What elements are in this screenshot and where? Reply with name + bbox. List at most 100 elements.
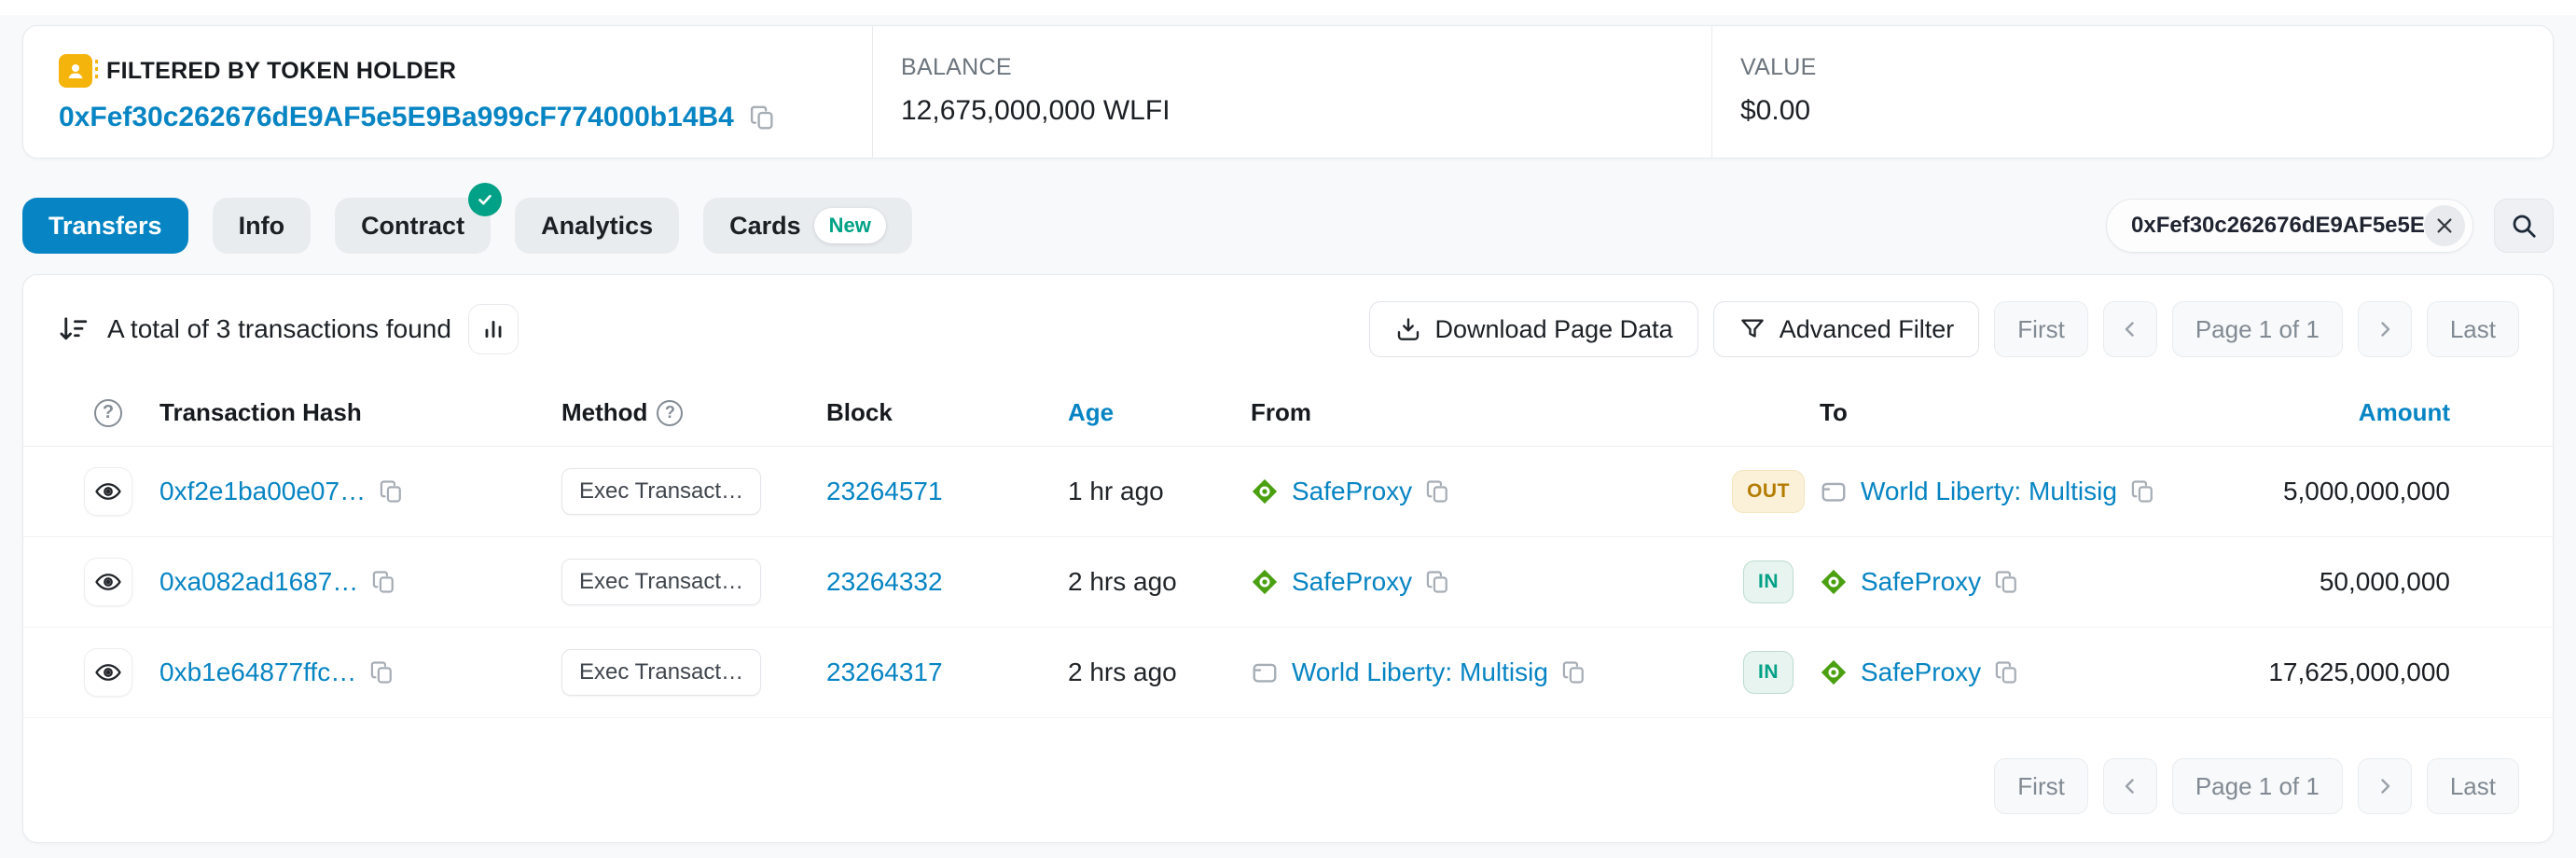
method-badge[interactable]: Exec Transact…: [561, 559, 761, 605]
eye-icon: [94, 568, 122, 596]
transaction-hash-link[interactable]: 0xa082ad1687…: [159, 567, 358, 597]
block-link[interactable]: 23264332: [826, 567, 943, 597]
copy-icon[interactable]: [1561, 659, 1587, 685]
tab-contract[interactable]: Contract: [335, 198, 491, 254]
value-label: VALUE: [1740, 54, 2525, 81]
copy-icon[interactable]: [749, 104, 777, 131]
filter-summary-card: FILTERED BY TOKEN HOLDER 0xFef30c262676d…: [22, 25, 2554, 159]
balance-value: 12,675,000,000 WLFI: [901, 95, 1170, 127]
tab-bar: Transfers Info Contract Analytics Cards …: [22, 197, 2554, 255]
balance-label: BALANCE: [901, 54, 1683, 81]
block-link[interactable]: 23264317: [826, 657, 943, 687]
tab-transfers[interactable]: Transfers: [22, 198, 188, 254]
view-transaction-button[interactable]: [84, 467, 132, 516]
filter-section: FILTERED BY TOKEN HOLDER 0xFef30c262676d…: [23, 26, 872, 158]
header-amount-sort[interactable]: Amount: [2359, 398, 2450, 427]
age-text: 1 hr ago: [1068, 477, 1164, 506]
tab-info[interactable]: Info: [213, 198, 311, 254]
page-top-strip: [0, 0, 2576, 15]
chevron-left-icon: [2119, 318, 2141, 340]
from-address-link[interactable]: SafeProxy: [1292, 567, 1412, 597]
search-button[interactable]: [2494, 199, 2554, 253]
download-page-data-button[interactable]: Download Page Data: [1369, 301, 1698, 357]
header-block: Block: [826, 398, 1068, 427]
to-address-link[interactable]: SafeProxy: [1861, 567, 1981, 597]
value-section: VALUE $0.00: [1711, 26, 2553, 158]
clear-filter-button[interactable]: [2424, 205, 2465, 246]
copy-icon[interactable]: [1425, 478, 1451, 505]
copy-icon[interactable]: [369, 659, 395, 685]
previous-page-button[interactable]: [2103, 758, 2157, 814]
first-page-button[interactable]: First: [1994, 301, 2088, 357]
transactions-card: A total of 3 transactions found Download…: [22, 274, 2554, 843]
copy-icon[interactable]: [1994, 659, 2020, 685]
amount-text: 50,000,000: [2320, 567, 2450, 597]
holder-address-link[interactable]: 0xFef30c262676dE9AF5e5E9Ba999cF774000b14…: [59, 102, 734, 133]
next-page-button[interactable]: [2358, 758, 2412, 814]
value-amount: $0.00: [1740, 95, 1810, 127]
copy-icon[interactable]: [371, 569, 397, 595]
wallet-icon: [1820, 477, 1848, 505]
chart-view-button[interactable]: [468, 304, 519, 354]
header-to: To: [1820, 398, 2213, 427]
header-method: Method: [561, 398, 647, 427]
table-row: 0xa082ad1687… Exec Transact… 23264332 2 …: [23, 537, 2553, 628]
download-icon: [1394, 315, 1422, 343]
from-address-link[interactable]: SafeProxy: [1292, 477, 1412, 506]
header-transaction-hash: Transaction Hash: [159, 398, 561, 427]
table-header-row: ? Transaction Hash Method ? Block Age Fr…: [23, 380, 2553, 447]
previous-page-button[interactable]: [2103, 301, 2157, 357]
copy-icon[interactable]: [1425, 569, 1451, 595]
method-badge[interactable]: Exec Transact…: [561, 649, 761, 696]
table-row: 0xf2e1ba00e07… Exec Transact… 23264571 1…: [23, 447, 2553, 537]
method-help-icon[interactable]: ?: [657, 400, 683, 426]
view-transaction-button[interactable]: [84, 558, 132, 606]
chevron-right-icon: [2374, 775, 2396, 797]
balance-section: BALANCE 12,675,000,000 WLFI: [872, 26, 1711, 158]
safe-icon: [1251, 477, 1279, 505]
from-address-link[interactable]: World Liberty: Multisig: [1292, 657, 1548, 687]
last-page-button[interactable]: Last: [2427, 301, 2519, 357]
bar-chart-icon: [481, 317, 506, 341]
advanced-filter-button[interactable]: Advanced Filter: [1713, 301, 1980, 357]
copy-icon[interactable]: [1994, 569, 2020, 595]
transaction-hash-link[interactable]: 0xb1e64877ffc…: [159, 657, 356, 687]
eye-icon: [94, 477, 122, 505]
direction-badge: IN: [1743, 651, 1794, 694]
chevron-right-icon: [2374, 318, 2396, 340]
next-page-button[interactable]: [2358, 301, 2412, 357]
transaction-hash-link[interactable]: 0xf2e1ba00e07…: [159, 477, 366, 506]
eye-icon: [94, 658, 122, 686]
first-page-button[interactable]: First: [1994, 758, 2088, 814]
block-link[interactable]: 23264571: [826, 477, 943, 506]
table-toolbar: A total of 3 transactions found Download…: [23, 275, 2553, 380]
direction-badge: IN: [1743, 560, 1794, 603]
to-address-link[interactable]: SafeProxy: [1861, 657, 1981, 687]
page-indicator: Page 1 of 1: [2172, 758, 2343, 814]
bottom-pagination: First Page 1 of 1 Last: [23, 736, 2553, 842]
page-indicator: Page 1 of 1: [2172, 301, 2343, 357]
search-filter-pill[interactable]: 0xFef30c262676dE9AF5e5E9…: [2106, 199, 2473, 253]
token-holder-card-icon: [59, 54, 92, 88]
contract-verified-icon: [468, 183, 502, 216]
filter-label: FILTERED BY TOKEN HOLDER: [106, 58, 456, 85]
copy-icon[interactable]: [2130, 478, 2156, 505]
to-address-link[interactable]: World Liberty: Multisig: [1861, 477, 2117, 506]
safe-icon: [1820, 568, 1848, 596]
search-filter-value: 0xFef30c262676dE9AF5e5E9…: [2131, 213, 2424, 239]
tab-analytics[interactable]: Analytics: [515, 198, 679, 254]
close-icon: [2434, 215, 2455, 236]
tab-cards[interactable]: Cards New: [703, 198, 912, 254]
wallet-icon: [1251, 658, 1279, 686]
method-badge[interactable]: Exec Transact…: [561, 468, 761, 515]
view-transaction-button[interactable]: [84, 648, 132, 697]
amount-text: 17,625,000,000: [2268, 657, 2450, 687]
copy-icon[interactable]: [379, 478, 405, 505]
chevron-left-icon: [2119, 775, 2141, 797]
amount-text: 5,000,000,000: [2283, 477, 2450, 506]
help-icon[interactable]: ?: [94, 399, 122, 427]
header-age-sort[interactable]: Age: [1068, 398, 1251, 427]
last-page-button[interactable]: Last: [2427, 758, 2519, 814]
new-badge: New: [814, 208, 886, 243]
table-body: 0xf2e1ba00e07… Exec Transact… 23264571 1…: [23, 447, 2553, 718]
